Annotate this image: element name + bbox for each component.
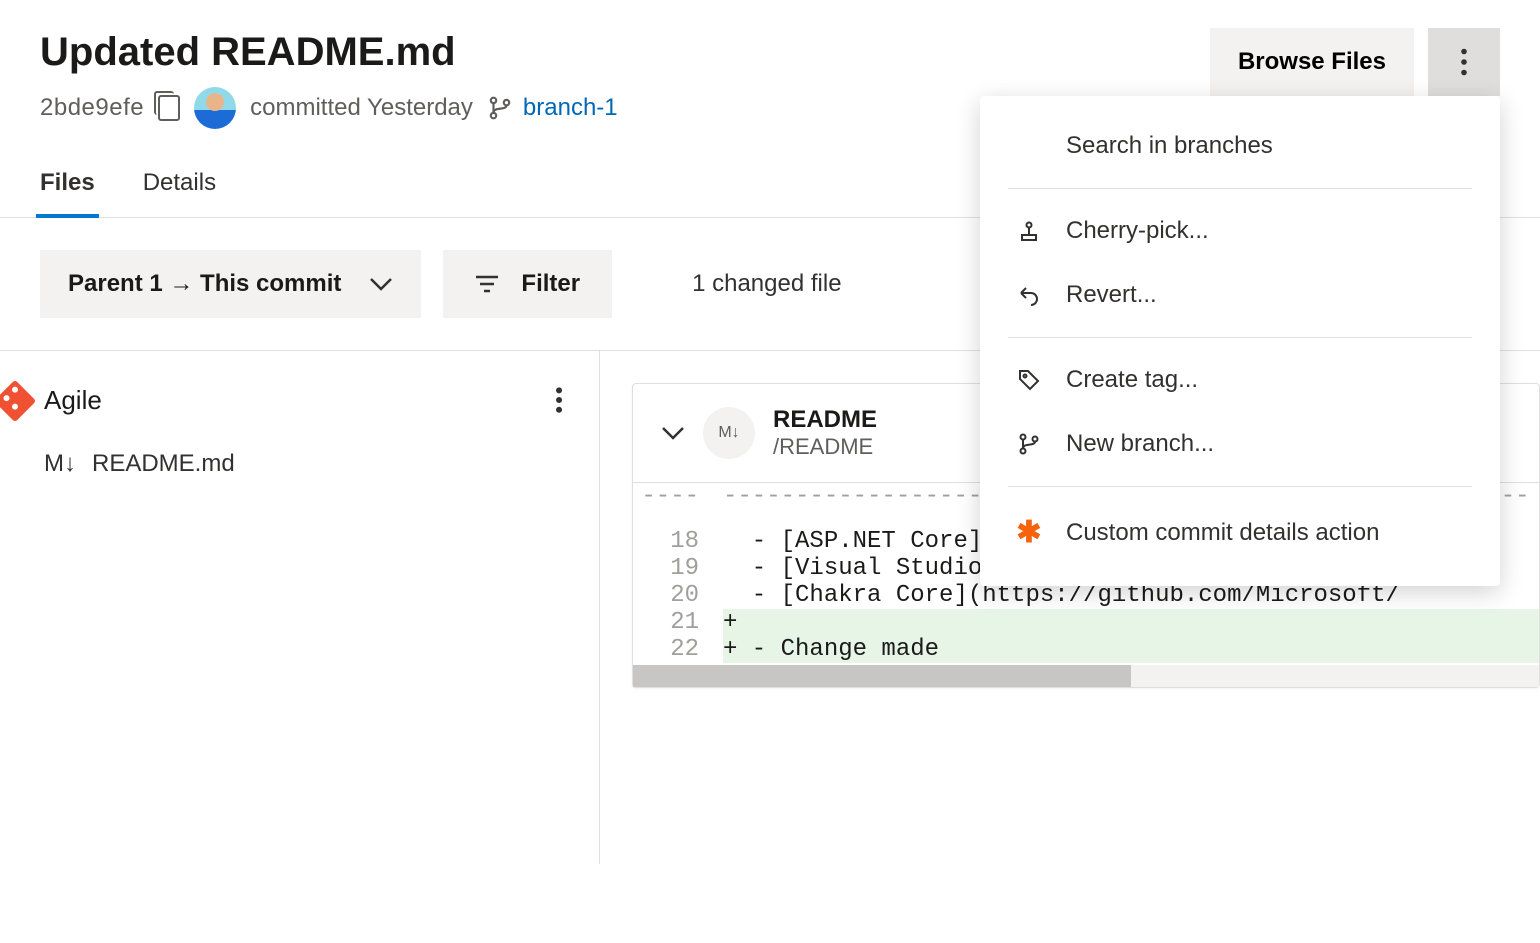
markdown-icon: M↓ bbox=[44, 450, 76, 478]
chevron-down-icon bbox=[369, 277, 393, 291]
collapse-icon[interactable] bbox=[661, 426, 685, 440]
tree-root[interactable]: Agile ••• bbox=[0, 375, 599, 426]
menu-revert[interactable]: Revert... bbox=[980, 263, 1500, 327]
tab-details[interactable]: Details bbox=[143, 169, 216, 217]
scroll-thumb[interactable] bbox=[633, 665, 1131, 687]
file-name: README bbox=[773, 406, 877, 434]
branch-icon bbox=[487, 95, 513, 121]
tree-more-icon[interactable]: ••• bbox=[545, 386, 571, 415]
horizontal-scrollbar[interactable] bbox=[633, 665, 1539, 687]
revert-icon bbox=[1014, 283, 1044, 307]
menu-divider bbox=[1008, 486, 1472, 487]
copy-icon[interactable] bbox=[158, 95, 180, 121]
tree-file-label: README.md bbox=[92, 450, 235, 478]
parent-dropdown[interactable]: Parent 1 → This commit bbox=[40, 250, 421, 318]
menu-divider bbox=[1008, 337, 1472, 338]
cherry-pick-icon bbox=[1014, 219, 1044, 243]
more-actions-button[interactable] bbox=[1428, 28, 1500, 96]
diff-sep-left: ---- bbox=[633, 483, 723, 528]
asterisk-icon: ✱ bbox=[1014, 515, 1044, 550]
menu-cherry-pick[interactable]: Cherry-pick... bbox=[980, 199, 1500, 263]
file-path: /README bbox=[773, 434, 877, 460]
filter-button[interactable]: Filter bbox=[443, 250, 612, 318]
repo-name: Agile bbox=[44, 385, 102, 416]
browse-files-button[interactable]: Browse Files bbox=[1210, 28, 1414, 96]
committed-label: committed Yesterday bbox=[250, 94, 473, 122]
menu-divider bbox=[1008, 188, 1472, 189]
header-actions: Browse Files bbox=[1210, 28, 1500, 96]
branch-icon bbox=[1014, 432, 1044, 456]
avatar[interactable] bbox=[194, 87, 236, 129]
menu-new-branch[interactable]: New branch... bbox=[980, 412, 1500, 476]
file-type-icon: M↓ bbox=[703, 407, 755, 459]
diff-line: 20 - [Chakra Core](https://github.com/Mi… bbox=[633, 582, 1539, 609]
tree-file-item[interactable]: M↓ README.md bbox=[0, 426, 599, 478]
parent-dropdown-label: Parent 1 → This commit bbox=[68, 270, 341, 298]
tab-files[interactable]: Files bbox=[40, 169, 95, 217]
filter-label: Filter bbox=[521, 270, 580, 298]
changed-files-label: 1 changed file bbox=[692, 270, 841, 298]
filter-icon bbox=[475, 275, 499, 293]
context-menu: Search in branches Cherry-pick... Revert… bbox=[980, 96, 1500, 586]
menu-search-branches[interactable]: Search in branches bbox=[980, 114, 1500, 178]
git-icon bbox=[0, 379, 36, 421]
commit-hash: 2bde9efe bbox=[40, 94, 144, 122]
diff-line: 21+ bbox=[633, 609, 1539, 636]
branch-link[interactable]: branch-1 bbox=[523, 94, 618, 122]
diff-line: 22+ - Change made bbox=[633, 636, 1539, 663]
menu-create-tag[interactable]: Create tag... bbox=[980, 348, 1500, 412]
menu-custom-action[interactable]: ✱ Custom commit details action bbox=[980, 497, 1500, 568]
tag-icon bbox=[1014, 368, 1044, 392]
file-tree: Agile ••• M↓ README.md bbox=[0, 351, 600, 864]
